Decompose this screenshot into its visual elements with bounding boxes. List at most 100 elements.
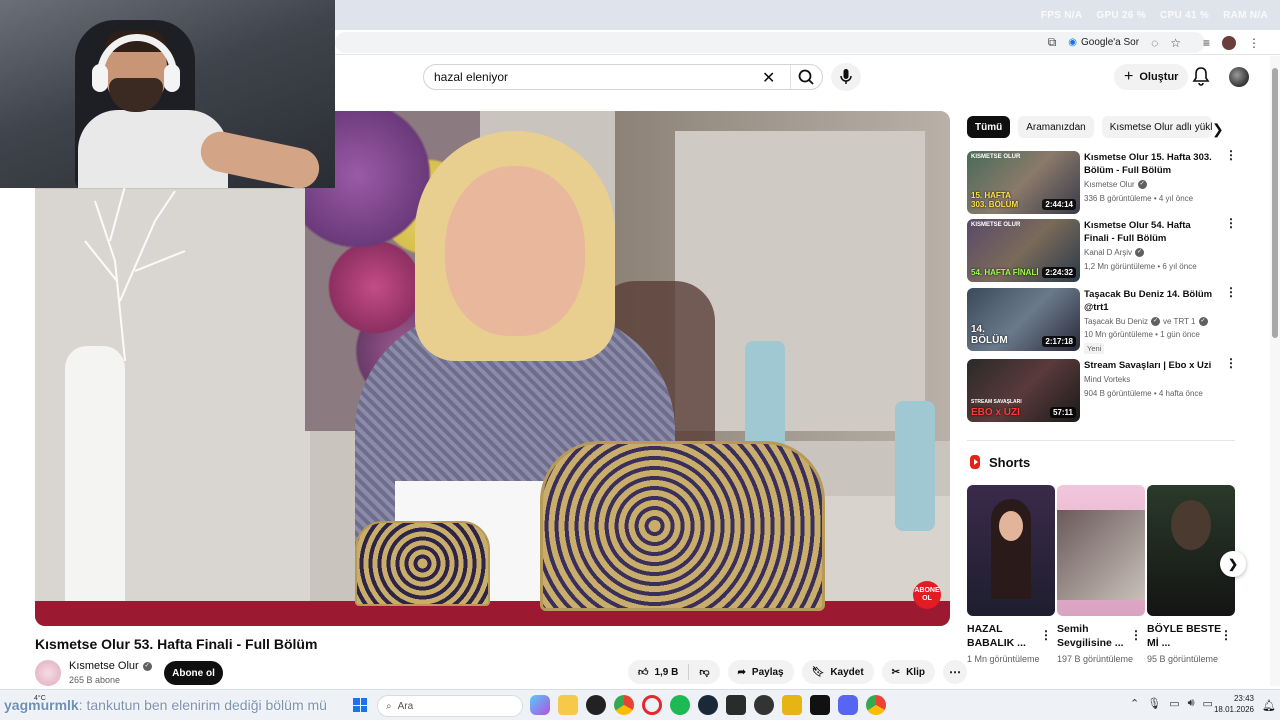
bell-icon — [1192, 67, 1210, 86]
notification-bell-icon[interactable]: 🔔︎ — [1262, 699, 1276, 712]
ask-google-button[interactable]: ◉ Google'a Sor — [1068, 37, 1139, 48]
clear-search-icon[interactable]: ✕ — [762, 68, 775, 88]
chip-from-search[interactable]: Aramanızdan — [1018, 116, 1094, 138]
channel-name[interactable]: Taşacak Bu Deniz ✓ ve TRT 1 ✓ — [1084, 317, 1208, 326]
short-title[interactable]: HAZAL BABALIK ... — [967, 622, 1047, 650]
recommendation-item[interactable]: 14. BÖLÜM 2:17:18 Taşacak Bu Deniz 14. B… — [967, 286, 1247, 354]
video-thumbnail[interactable]: KISMETSE OLUR 54. HAFTA FİNALİ 2:24:32 — [967, 219, 1080, 282]
more-vertical-icon[interactable]: ⋮ — [1225, 286, 1237, 298]
screen: FPS N/A GPU 26 % CPU 41 % RAM N/A ⧉ ◉ Go… — [0, 0, 1280, 720]
short-title[interactable]: BÖYLE BESTE Mİ ... — [1147, 622, 1227, 650]
cpu-readout: CPU 41 % — [1160, 10, 1210, 21]
clock[interactable]: 23:43 18.01.2026 — [1212, 693, 1254, 715]
chat-text: : tankutun ben elenirim dediği bölüm mü — [78, 697, 327, 713]
stream-chat-message: yagmurmlk: tankutun ben elenirim dediği … — [4, 697, 327, 713]
clock-date: 18.01.2026 — [1213, 705, 1254, 714]
clip-button[interactable]: ✂ Klip — [881, 660, 935, 684]
microphone-icon[interactable]: 🎙︎ — [1147, 697, 1161, 710]
short-thumbnail[interactable] — [967, 485, 1055, 616]
channel-avatar[interactable] — [35, 660, 61, 686]
search-button[interactable] — [793, 67, 821, 87]
thumbnail-label: 15. HAFTA 303. BÖLÜM — [971, 191, 1019, 209]
verified-icon: ✓ — [1198, 317, 1208, 326]
app-icon[interactable] — [782, 695, 802, 715]
copilot-icon[interactable] — [530, 695, 550, 715]
profile-avatar-icon[interactable] — [1222, 35, 1236, 50]
account-avatar[interactable] — [1229, 67, 1249, 87]
recommendation-item[interactable]: KISMETSE OLUR 15. HAFTA 303. BÖLÜM 2:44:… — [967, 149, 1247, 215]
create-button[interactable]: + Oluştur — [1114, 64, 1189, 90]
video-thumbnail[interactable]: 14. BÖLÜM 2:17:18 — [967, 288, 1080, 351]
verified-icon: ✓ — [1137, 180, 1147, 189]
short-face — [999, 511, 1023, 541]
more-vertical-icon[interactable]: ⋮ — [1225, 357, 1237, 369]
file-explorer-icon[interactable] — [558, 695, 578, 715]
windows-start-icon[interactable] — [353, 698, 367, 712]
page-scrollbar[interactable] — [1270, 56, 1280, 686]
more-vertical-icon[interactable]: ⋮ — [1040, 628, 1052, 642]
channel-name[interactable]: Kısmetse Olur ✓ — [69, 660, 152, 672]
like-button[interactable]: 👍︎ 1,9 B — [628, 660, 688, 684]
section-divider — [967, 440, 1235, 441]
more-vertical-icon[interactable]: ⋮ — [1220, 628, 1232, 642]
channel-name[interactable]: Kanal D Arşiv ✓ — [1084, 248, 1145, 257]
spotify-icon[interactable] — [670, 695, 690, 715]
video-thumbnail[interactable]: STREAM SAVAŞLARI EBO x UZI 57:11 — [967, 359, 1080, 422]
taskbar-search[interactable]: ⌕ Ara — [377, 695, 523, 717]
headphone-left — [92, 64, 108, 92]
chevron-right-icon[interactable]: ❯ — [1212, 121, 1224, 138]
video-title[interactable]: Stream Savaşları | Ebo x Uzi — [1084, 359, 1216, 372]
more-vertical-icon[interactable]: ⋮ — [1130, 628, 1142, 642]
voice-search-button[interactable] — [831, 63, 861, 91]
video-title[interactable]: Taşacak Bu Deniz 14. Bölüm @trt1 — [1084, 288, 1216, 314]
short-title[interactable]: Semih Sevgilisine ... — [1057, 622, 1137, 650]
channel-name[interactable]: Mind Vorteks — [1084, 375, 1130, 384]
video-player[interactable]: ABONE OL — [35, 111, 950, 626]
discord-icon[interactable] — [838, 695, 858, 715]
save-button[interactable]: 🔖︎ Kaydet — [801, 660, 874, 684]
chip-all[interactable]: Tümü — [967, 116, 1011, 138]
video-thumbnail[interactable]: KISMETSE OLUR 15. HAFTA 303. BÖLÜM 2:44:… — [967, 151, 1080, 214]
cast-icon[interactable]: ⧉ — [1048, 35, 1057, 50]
chip-channel-uploads[interactable]: Kısmetse Olur adlı yükle — [1101, 116, 1212, 138]
video-title[interactable]: Kısmetse Olur 54. Hafta Finali - Full Bö… — [1084, 219, 1216, 245]
thumbnail-label: 14. BÖLÜM — [971, 324, 1008, 346]
share-button[interactable]: ➦ Paylaş — [727, 660, 794, 684]
search-input[interactable] — [434, 65, 754, 89]
video-scene-chest — [540, 441, 825, 611]
capcut-icon[interactable] — [810, 695, 830, 715]
subscribe-watermark[interactable]: ABONE OL — [913, 581, 941, 609]
chrome-icon[interactable] — [614, 695, 634, 715]
microphone-icon — [840, 69, 852, 84]
performance-overlay: FPS N/A GPU 26 % CPU 41 % RAM N/A — [1041, 10, 1268, 21]
network-icon[interactable]: ▭ — [1169, 697, 1179, 710]
app-icon[interactable] — [726, 695, 746, 715]
more-vertical-icon[interactable]: ⋮ — [1225, 149, 1237, 161]
more-actions-button[interactable]: ⋯ — [942, 660, 967, 684]
bookmark-star-icon[interactable]: ☆ — [1170, 36, 1181, 50]
recommendation-item[interactable]: KISMETSE OLUR 54. HAFTA FİNALİ 2:24:32 K… — [967, 217, 1247, 283]
recommendation-item[interactable]: STREAM SAVAŞLARI EBO x UZI 57:11 Stream … — [967, 357, 1247, 423]
steam-icon[interactable] — [698, 695, 718, 715]
channel-name[interactable]: Kısmetse Olur ✓ — [1084, 180, 1147, 189]
video-duration: 2:17:18 — [1042, 336, 1076, 347]
chevron-up-icon[interactable]: ⌃ — [1130, 697, 1139, 710]
subscribe-button[interactable]: Abone ol — [164, 661, 223, 685]
obs-icon[interactable] — [754, 695, 774, 715]
dislike-button[interactable]: 👎︎ — [689, 660, 719, 684]
short-thumbnail[interactable] — [1057, 485, 1145, 616]
reading-list-icon[interactable]: ≡ — [1203, 36, 1210, 50]
shorts-next-button[interactable]: ❯ — [1220, 551, 1246, 577]
video-title[interactable]: Kısmetse Olur 15. Hafta 303. Bölüm - Ful… — [1084, 151, 1216, 177]
shorts-heading: Shorts — [967, 454, 1030, 470]
eye-off-icon[interactable]: ◌ — [1151, 36, 1158, 50]
chrome-icon[interactable] — [866, 695, 886, 715]
browser-menu-icon[interactable]: ⋮ — [1248, 36, 1260, 50]
notifications-button[interactable] — [1190, 65, 1212, 87]
more-vertical-icon[interactable]: ⋮ — [1225, 217, 1237, 229]
volume-icon[interactable]: 🔊︎ — [1188, 697, 1195, 710]
scrollbar-thumb[interactable] — [1272, 68, 1278, 338]
opera-icon[interactable] — [642, 695, 662, 715]
vpn-icon[interactable] — [586, 695, 606, 715]
short-thumbnail[interactable] — [1147, 485, 1235, 616]
